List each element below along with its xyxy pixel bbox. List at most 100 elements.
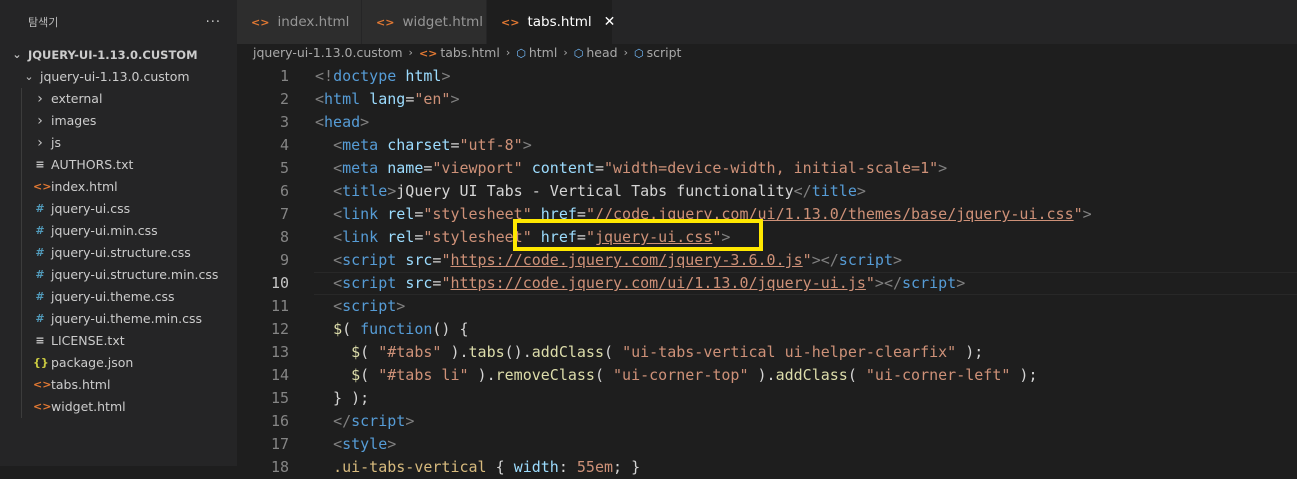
code-token: ().	[504, 343, 532, 361]
code-token: https://code.jquery.com/jquery-3.6.0.js	[450, 251, 803, 269]
file-item[interactable]: <> index.html	[0, 176, 237, 198]
code-token: href	[540, 205, 577, 223]
code-token: "ui-corner-top"	[613, 366, 749, 384]
line-content: .ui-tabs-vertical { width: 55em; }	[315, 456, 640, 479]
code-token: "ui-tabs-vertical ui-helper-clearfix"	[622, 343, 957, 361]
file-item[interactable]: ≡ AUTHORS.txt	[0, 154, 237, 176]
code-token: content	[531, 159, 595, 177]
breadcrumb-item[interactable]: ⬡ script	[634, 45, 681, 60]
code-line[interactable]: 9 <script src="https://code.jquery.com/j…	[237, 249, 1297, 272]
code-token: <	[333, 228, 343, 246]
breadcrumb-item[interactable]: <> tabs.html	[419, 45, 500, 60]
code-line[interactable]: 8 <link rel="stylesheet" href="jquery-ui…	[237, 226, 1297, 249]
code-token: html	[324, 90, 361, 108]
code-token: doctype	[333, 67, 397, 85]
breadcrumb-item[interactable]: ⬡ head	[574, 45, 618, 60]
code-line[interactable]: 14 $( "#tabs li" ).removeClass( "ui-corn…	[237, 364, 1297, 387]
code-token: <	[333, 159, 343, 177]
line-number: 17	[270, 435, 289, 453]
code-token: <	[333, 136, 343, 154]
chevron-right-icon: ›	[37, 91, 43, 107]
code-token: >	[441, 67, 451, 85]
code-token: "#tabs"	[378, 343, 442, 361]
workspace-root-label: JQUERY-UI-1.13.0.CUSTOM	[28, 48, 198, 62]
line-number: 13	[270, 343, 289, 361]
breadcrumb-label: jquery-ui-1.13.0.custom	[253, 44, 403, 60]
html-file-icon: <>	[376, 15, 395, 29]
css-file-icon: #	[35, 290, 45, 303]
code-token: "	[441, 274, 451, 292]
breadcrumb-item[interactable]: jquery-ui-1.13.0.custom	[253, 45, 403, 60]
code-token: title	[811, 182, 857, 200]
file-item[interactable]: # jquery-ui.css	[0, 198, 237, 220]
code-line[interactable]: 5 <meta name="viewport" content="width=d…	[237, 157, 1297, 180]
line-number: 10	[270, 274, 289, 292]
html-file-icon: <>	[501, 15, 520, 29]
file-label: jquery-ui.css	[51, 201, 131, 216]
line-content: <html lang="en">	[315, 88, 460, 111]
code-token: <	[333, 297, 343, 315]
tab-tabs-html[interactable]: <> tabs.html ✕	[487, 0, 616, 44]
code-line[interactable]: 18 .ui-tabs-vertical { width: 55em; }	[237, 456, 1297, 479]
code-token: <	[333, 251, 343, 269]
code-line[interactable]: 1 <!doctype html>	[237, 65, 1297, 88]
code-line[interactable]: 13 $( "#tabs" ).tabs().addClass( "ui-tab…	[237, 341, 1297, 364]
code-token: "stylesheet"	[423, 228, 532, 246]
code-line[interactable]: 16 </script>	[237, 410, 1297, 433]
code-line[interactable]: 10 <script src="https://code.jquery.com/…	[237, 272, 1297, 295]
code-editor[interactable]: 1 <!doctype html> 2 <html lang="en"> 3 <head>…	[237, 65, 1297, 479]
code-line[interactable]: 3 <head>	[237, 111, 1297, 134]
file-item[interactable]: # jquery-ui.structure.min.css	[0, 264, 237, 286]
line-number: 1	[279, 67, 289, 85]
file-item[interactable]: # jquery-ui.theme.css	[0, 286, 237, 308]
folder-jquery-ui[interactable]: ⌄ jquery-ui-1.13.0.custom	[0, 66, 237, 88]
code-token: width	[513, 458, 559, 476]
code-token: head	[324, 113, 361, 131]
code-token: ></	[811, 251, 839, 269]
tab-widget-html[interactable]: <> widget.html	[362, 0, 487, 44]
folder-item[interactable]: › js	[0, 132, 237, 154]
code-line[interactable]: 2 <html lang="en">	[237, 88, 1297, 111]
code-token: } );	[315, 389, 370, 407]
file-item[interactable]: <> widget.html	[0, 396, 237, 418]
code-token: src	[405, 274, 433, 292]
code-line[interactable]: 17 <style>	[237, 433, 1297, 456]
code-line[interactable]: 12 $( function() {	[237, 318, 1297, 341]
code-line[interactable]: 4 <meta charset="utf-8">	[237, 134, 1297, 157]
file-item[interactable]: {} package.json	[0, 352, 237, 374]
code-token: function	[360, 320, 433, 338]
file-item[interactable]: # jquery-ui.theme.min.css	[0, 308, 237, 330]
editor-area: <> index.html <> widget.html <> tabs.html ✕ jq…	[237, 0, 1297, 476]
file-item[interactable]: <> tabs.html	[0, 374, 237, 396]
css-file-icon: #	[35, 224, 45, 237]
file-item[interactable]: # jquery-ui.structure.css	[0, 242, 237, 264]
code-line[interactable]: 11 <script>	[237, 295, 1297, 318]
folder-item[interactable]: › images	[0, 110, 237, 132]
file-item[interactable]: # jquery-ui.min.css	[0, 220, 237, 242]
line-number: 5	[279, 159, 289, 177]
text-file-icon: ≡	[35, 158, 45, 171]
more-actions-button[interactable]: ···	[206, 15, 221, 30]
breadcrumb-item[interactable]: ⬡ html	[516, 45, 557, 60]
code-token: >	[396, 297, 406, 315]
code-token: script	[838, 251, 893, 269]
code-line[interactable]: 7 <link rel="stylesheet" href="//code.jq…	[237, 203, 1297, 226]
code-token: jQuery UI Tabs - Vertical Tabs functiona…	[396, 182, 794, 200]
tab-index-html[interactable]: <> index.html	[237, 0, 362, 44]
code-token: "en"	[414, 90, 451, 108]
code-line[interactable]: 15 } );	[237, 387, 1297, 410]
code-token: //code.jquery.com/ui/1.13.0/themes/base/…	[594, 205, 1074, 223]
code-line[interactable]: 6 <title>jQuery UI Tabs - Vertical Tabs …	[237, 180, 1297, 203]
file-item[interactable]: ≡ LICENSE.txt	[0, 330, 237, 352]
line-content: <script src="https://code.jquery.com/ui/…	[315, 272, 965, 295]
close-icon[interactable]: ✕	[604, 14, 616, 30]
line-content: <!doctype html>	[315, 65, 450, 88]
folder-item[interactable]: › external	[0, 88, 237, 110]
code-token: (	[594, 366, 614, 384]
workspace-root[interactable]: ⌄ JQUERY-UI-1.13.0.CUSTOM	[0, 44, 237, 66]
